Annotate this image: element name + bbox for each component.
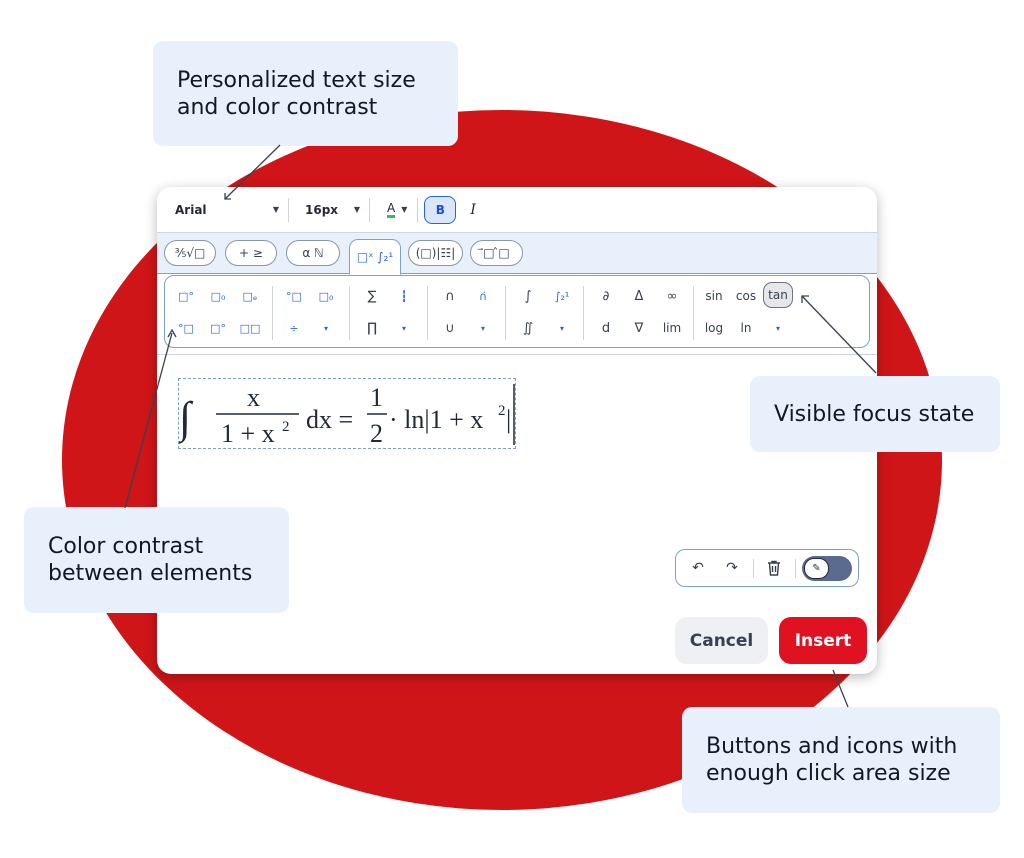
font-size-select[interactable]: 16px ▼ — [298, 203, 360, 217]
left-superscript-button[interactable]: °□ — [173, 317, 199, 339]
integral-sign: ∫ — [179, 393, 194, 444]
chevron-down-icon[interactable]: ▾ — [391, 317, 417, 339]
font-family-value: Arial — [175, 202, 207, 217]
bold-button[interactable]: B — [424, 195, 457, 224]
double-integral-button[interactable]: ∬ — [515, 317, 541, 339]
intersection-limits-button[interactable]: ∩̇ — [470, 285, 496, 307]
under-limit-button[interactable]: □₀ — [313, 285, 339, 307]
formatting-toolbar: Arial ▼ 16px ▼ A ▼ B I — [157, 187, 877, 233]
text-color-icon: A — [387, 201, 396, 218]
text-color-button[interactable]: A ▼ — [379, 201, 415, 218]
cancel-button[interactable]: Cancel — [675, 617, 768, 664]
formula-half-denominator: 2 — [370, 419, 383, 448]
over-under-limit-button[interactable]: ÷ — [281, 317, 307, 339]
limit-button[interactable]: lim — [659, 317, 685, 339]
formula-input[interactable]: ∫ x 1 + x 2 dx = 1 2 · ln|1 + x 2 | — [178, 378, 516, 449]
formula-denominator-exponent: 2 — [282, 419, 290, 435]
callout-text-size-contrast: Personalized text size and color contras… — [153, 41, 458, 146]
divider — [272, 286, 273, 340]
handwriting-icon: ✎ — [804, 558, 829, 579]
divider — [693, 286, 694, 340]
nabla-button[interactable]: ∇ — [626, 317, 652, 339]
union-button[interactable]: ∪ — [437, 317, 463, 339]
log-button[interactable]: log — [701, 317, 727, 339]
sum-limits-button[interactable]: ┇ — [391, 285, 417, 307]
formula-dx-equals: dx = — [306, 405, 353, 434]
chevron-down-icon[interactable]: ▾ — [313, 317, 339, 339]
superscript-button[interactable]: □° — [173, 285, 199, 307]
infinity-button[interactable]: ∞ — [659, 285, 685, 307]
callout-focus-state: Visible focus state — [750, 376, 1000, 452]
tab-matrices[interactable]: (□)|☷| — [408, 240, 463, 266]
divider — [157, 354, 877, 355]
divider — [288, 197, 289, 222]
font-size-value: 16px — [305, 202, 339, 217]
callout-click-area: Buttons and icons with enough click area… — [682, 707, 1000, 813]
pre-superscript-button[interactable]: □° — [205, 317, 231, 339]
redo-icon[interactable]: ↷ — [721, 558, 743, 578]
tab-scripts-integrals[interactable]: □ˣ ∫₂¹ — [349, 239, 401, 275]
sum-button[interactable]: ∑ — [359, 285, 385, 307]
trash-icon[interactable] — [763, 558, 785, 578]
divider — [583, 286, 584, 340]
divider — [505, 286, 506, 340]
subscript-button[interactable]: □₀ — [205, 285, 231, 307]
cos-button[interactable]: cos — [733, 285, 759, 307]
font-family-select[interactable]: Arial ▼ — [175, 203, 279, 217]
chevron-down-icon: ▼ — [353, 205, 360, 214]
divider — [795, 559, 796, 578]
formula-ln-term: · ln|1 + x — [389, 405, 483, 434]
chevron-down-icon[interactable]: ▾ — [765, 317, 791, 339]
chevron-down-icon: ▼ — [272, 205, 279, 214]
pre-sub-superscript-button[interactable]: □□ — [237, 317, 263, 339]
differential-button[interactable]: d — [593, 317, 619, 339]
delta-button[interactable]: Δ — [626, 285, 652, 307]
symbol-palette: □° □₀ □ₑ °□ □° □□ °□ □₀ ÷ ▾ ∑ ┇ ∏ ▾ ∩ ∩̇… — [164, 275, 870, 348]
tan-button[interactable]: tan — [763, 282, 793, 308]
category-tabs: ⅗√□ + ≥ α ℕ □ˣ ∫₂¹ (□)|☷| ⃗□ ̂□ — [157, 233, 877, 275]
handwriting-toggle[interactable]: ✎ — [802, 556, 852, 581]
intersection-button[interactable]: ∩ — [437, 285, 463, 307]
chevron-down-icon[interactable]: ▾ — [470, 317, 496, 339]
over-limit-button[interactable]: °□ — [281, 285, 307, 307]
chevron-down-icon: ▼ — [401, 205, 408, 214]
divider — [349, 286, 350, 340]
divider — [417, 197, 419, 222]
callout-color-contrast: Color contrast between elements — [24, 507, 289, 613]
integral-button[interactable]: ∫ — [515, 285, 541, 307]
history-toolbar: ↶ ↷ ✎ — [675, 549, 859, 587]
tab-operators[interactable]: + ≥ — [225, 240, 277, 266]
insert-button[interactable]: Insert — [779, 617, 867, 664]
divider — [753, 559, 754, 578]
sub-superscript-button[interactable]: □ₑ — [237, 285, 263, 307]
tab-accents[interactable]: ⃗□ ̂□ — [470, 240, 523, 266]
integral-limits-button[interactable]: ∫₂¹ — [549, 285, 575, 307]
product-button[interactable]: ∏ — [359, 317, 385, 339]
formula-render: ∫ x 1 + x 2 dx = 1 2 · ln|1 + x 2 | — [179, 383, 515, 448]
italic-button[interactable]: I — [470, 202, 476, 218]
partial-button[interactable]: ∂ — [593, 285, 619, 307]
formula-ln-exponent: 2 — [498, 403, 506, 419]
sin-button[interactable]: sin — [701, 285, 727, 307]
formula-denominator: 1 + x — [221, 419, 275, 448]
tab-symbols[interactable]: α ℕ — [286, 240, 340, 266]
divider — [369, 197, 370, 222]
chevron-down-icon[interactable]: ▾ — [549, 317, 575, 339]
tab-fractions[interactable]: ⅗√□ — [164, 240, 216, 266]
formula-numerator: x — [247, 383, 260, 412]
undo-icon[interactable]: ↶ — [687, 558, 709, 578]
divider — [427, 286, 428, 340]
ln-button[interactable]: ln — [733, 317, 759, 339]
formula-half-numerator: 1 — [370, 383, 383, 412]
formula-closing-bar: | — [506, 405, 511, 434]
